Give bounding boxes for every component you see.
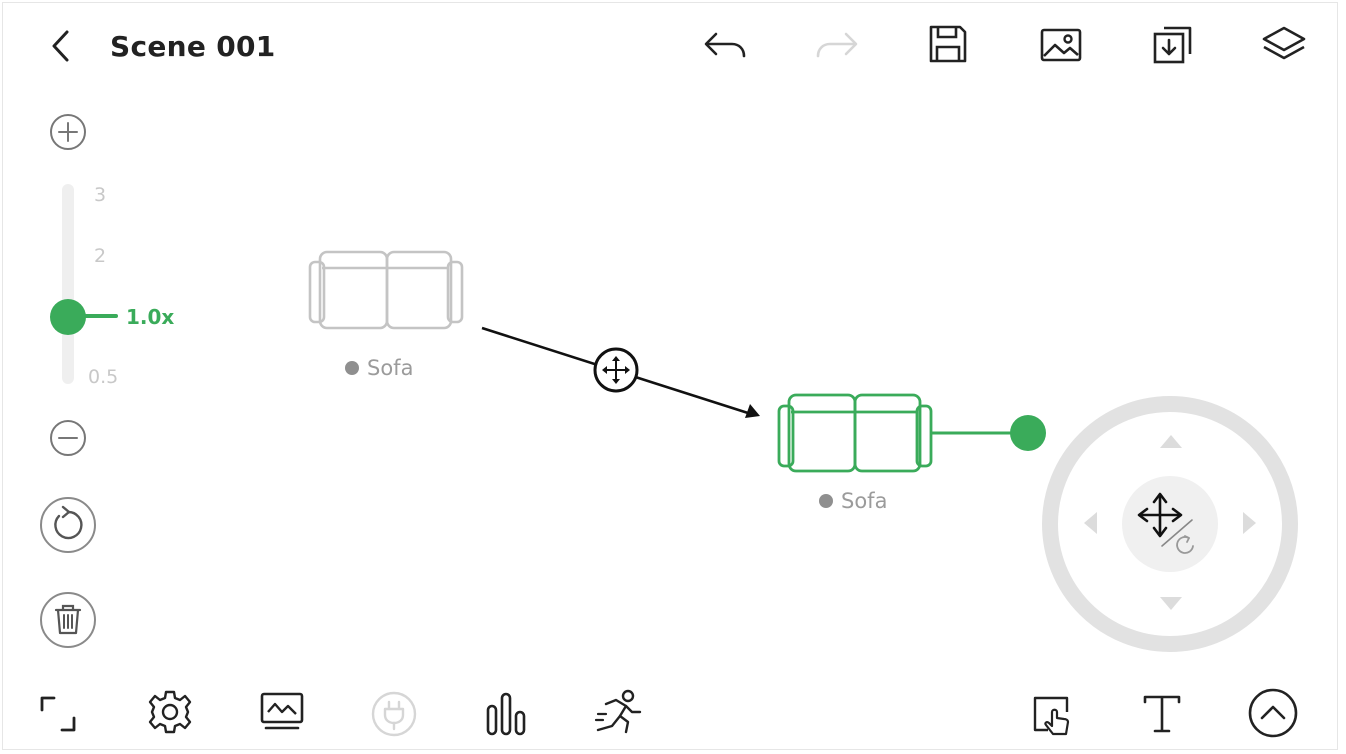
object-label-sofa-selected: Sofa xyxy=(819,488,887,514)
move-rotate-icon xyxy=(1137,492,1194,554)
joystick-left-arrow[interactable] xyxy=(1084,512,1097,534)
touch-select-icon xyxy=(1033,696,1070,736)
sofa-selected[interactable] xyxy=(777,393,933,473)
object-status-dot xyxy=(345,361,359,375)
text-icon xyxy=(1143,695,1181,733)
plug-button[interactable] xyxy=(370,690,418,738)
rotate-handle[interactable] xyxy=(931,415,1046,451)
text-button[interactable] xyxy=(1140,692,1184,736)
object-status-dot xyxy=(819,494,833,508)
sofa-ghost[interactable] xyxy=(308,250,464,330)
joystick-up-arrow[interactable] xyxy=(1160,435,1182,448)
move-path-handle[interactable] xyxy=(593,347,639,393)
chart-button[interactable] xyxy=(484,690,528,738)
object-label-text: Sofa xyxy=(367,356,414,380)
run-button[interactable] xyxy=(592,688,644,738)
collapse-up-icon xyxy=(1248,688,1298,738)
settings-icon xyxy=(148,690,192,734)
monitor-button[interactable] xyxy=(258,690,306,734)
collapse-up-button[interactable] xyxy=(1248,688,1298,738)
settings-button[interactable] xyxy=(146,688,194,736)
chart-icon xyxy=(486,692,526,736)
monitor-icon xyxy=(260,692,304,730)
object-label-text: Sofa xyxy=(841,489,888,513)
joystick-down-arrow[interactable] xyxy=(1160,597,1182,610)
run-icon xyxy=(594,689,642,734)
fit-screen-icon xyxy=(40,696,76,732)
touch-select-button[interactable] xyxy=(1030,692,1076,738)
plug-icon xyxy=(371,691,417,737)
object-label-sofa-ghost: Sofa xyxy=(345,355,413,381)
fit-screen-button[interactable] xyxy=(38,694,78,734)
joystick-right-arrow[interactable] xyxy=(1243,512,1256,534)
